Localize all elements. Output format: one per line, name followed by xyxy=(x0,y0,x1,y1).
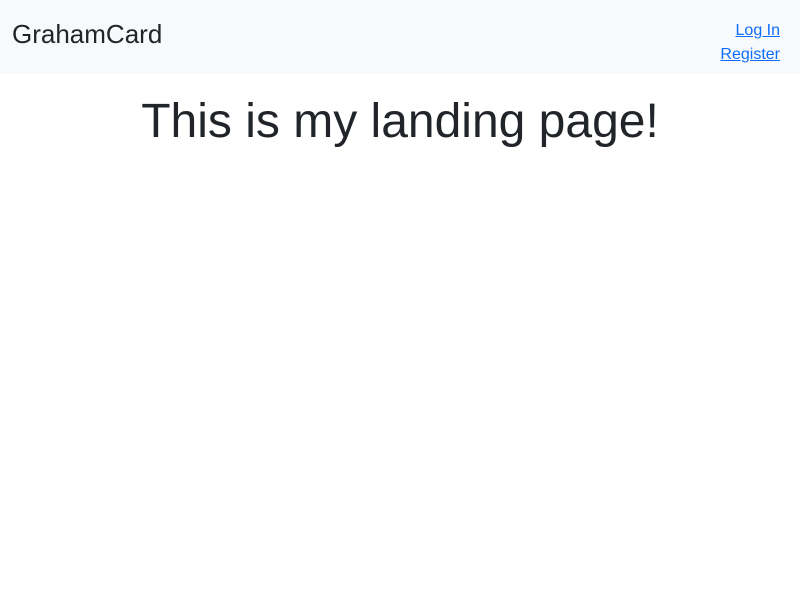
page-heading: This is my landing page! xyxy=(141,95,659,148)
brand-link[interactable]: GrahamCard xyxy=(12,17,162,51)
login-link[interactable]: Log In xyxy=(736,19,780,43)
nav-links: Log In Register xyxy=(720,19,780,67)
register-link[interactable]: Register xyxy=(720,43,780,67)
top-navbar: GrahamCard Log In Register xyxy=(0,0,800,74)
